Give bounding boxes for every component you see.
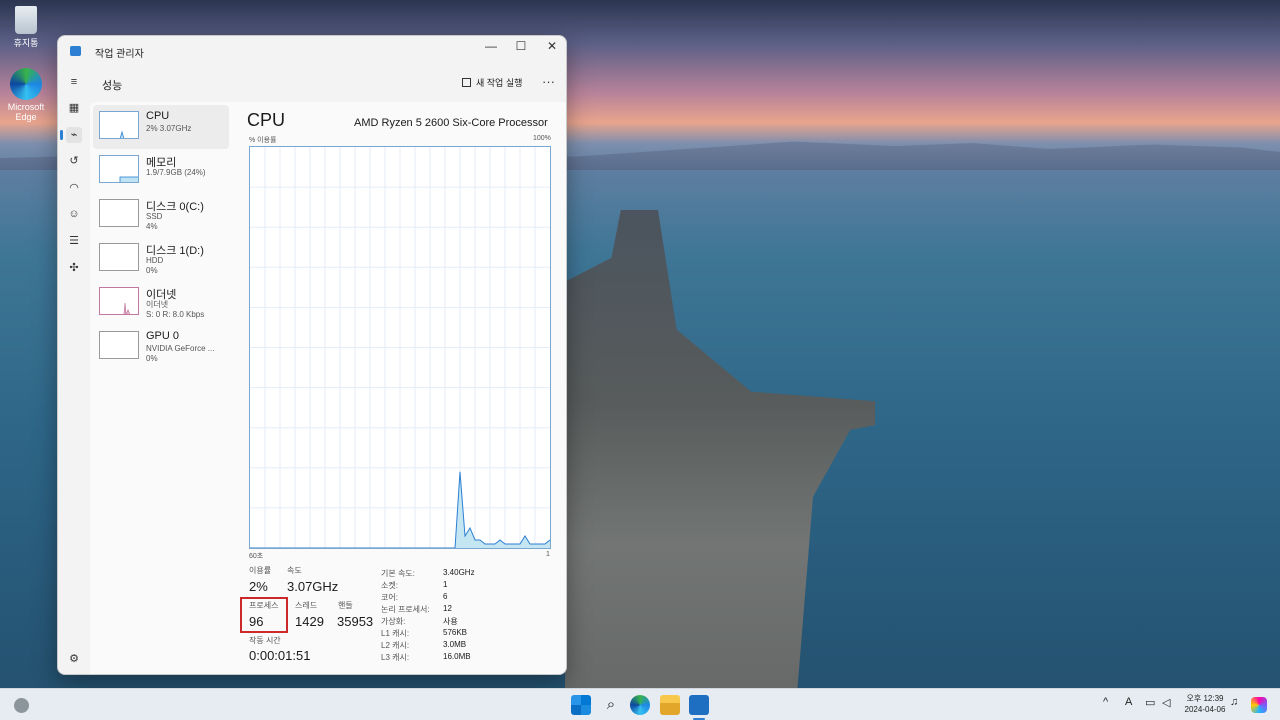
search-icon[interactable]: ⌕: [601, 695, 621, 715]
spec-row: L1 캐시: 576KB: [381, 628, 468, 638]
nav-rail: ≡ ▦ ⌁ ↺ ◠ ☺ ☰ ✣ ⚙: [58, 66, 90, 674]
threads-label: 스레드: [295, 601, 318, 610]
perf-item-sub: 이더넷 S: 0 R: 8.0 Kbps: [146, 300, 205, 319]
speed-label: 속도: [287, 566, 302, 575]
recycle-bin-shortcut[interactable]: 휴지통: [2, 6, 50, 49]
perf-item-ethernet[interactable]: 이더넷 이더넷 S: 0 R: 8.0 Kbps: [93, 281, 229, 325]
edge-taskbar-icon[interactable]: [630, 695, 650, 715]
graph-axis-max: 100%: [533, 135, 551, 142]
app-history-icon[interactable]: ↺: [66, 153, 82, 169]
services-icon[interactable]: ✣: [66, 260, 82, 276]
perf-item-sub: 1.9/7.9GB (24%): [146, 168, 206, 177]
cpu-usage-graph: [249, 146, 551, 549]
processes-value: 96: [249, 614, 264, 629]
run-new-task-button[interactable]: 새 작업 실행: [462, 76, 522, 89]
task-manager-window: 작업 관리자 — ☐ ✕ ≡ ▦ ⌁ ↺ ◠ ☺ ☰ ✣ ⚙ 성능 새 작업 실…: [57, 35, 567, 675]
spec-row: L2 캐시: 3.0MB: [381, 640, 467, 650]
perf-item-disk-0[interactable]: 디스크 0(C:) SSD 4%: [93, 193, 229, 237]
perf-item-gpu-0[interactable]: GPU 0 NVIDIA GeForce ... 0%: [93, 325, 229, 369]
handles-label: 핸들: [338, 601, 353, 610]
page-title: 성능: [102, 80, 123, 92]
speed-value: 3.07GHz: [287, 579, 339, 594]
graph-axis-label: % 이용률: [249, 137, 277, 144]
spec-row: 기본 속도: 3.40GHz: [381, 568, 475, 578]
cpu-mini-graph: [99, 111, 139, 139]
uptime-label: 작동 시간: [249, 636, 281, 645]
cpu-spec-table: 기본 속도: 3.40GHz 소켓: 1 코어: 6 논리 프로세서: 12 가상화: 사…: [381, 568, 491, 664]
startup-icon[interactable]: ◠: [66, 180, 82, 196]
threads-value: 1429: [295, 614, 324, 629]
performance-resource-list: CPU 2% 3.07GHz 메모리 1.9/7.9GB (24%) 디스크 0…: [93, 105, 229, 369]
file-explorer-icon[interactable]: [660, 695, 680, 715]
performance-icon[interactable]: ⌁: [60, 127, 82, 143]
perf-item-sub: NVIDIA GeForce ... 0%: [146, 344, 215, 363]
clock[interactable]: 오후 12:39 2024-04-06: [1180, 693, 1230, 715]
graph-axis-min: 1: [546, 551, 550, 558]
spec-row: 코어: 6: [381, 592, 448, 602]
utilization-label: 이용률: [249, 566, 272, 575]
perf-item-sub: 2% 3.07GHz: [146, 124, 192, 133]
gpu-mini-graph: [99, 331, 139, 359]
disk0-mini-graph: [99, 199, 139, 227]
users-icon[interactable]: ☺: [66, 206, 82, 222]
graph-axis-time: 60초: [249, 553, 264, 560]
widgets-icon[interactable]: [14, 698, 29, 713]
spec-row: 가상화: 사용: [381, 617, 458, 626]
perf-item-sub: SSD 4%: [146, 212, 163, 231]
minimize-button[interactable]: —: [476, 36, 506, 66]
perf-item-name: GPU 0: [146, 330, 180, 342]
maximize-button[interactable]: ☐: [506, 36, 536, 66]
processes-label: 프로세스: [249, 601, 279, 610]
cpu-heading: CPU: [247, 110, 286, 130]
perf-item-sub: HDD 0%: [146, 256, 164, 275]
recycle-bin-label: 휴지통: [13, 38, 39, 48]
ethernet-mini-graph: [99, 287, 139, 315]
performance-content: CPU 2% 3.07GHz 메모리 1.9/7.9GB (24%) 디스크 0…: [90, 102, 566, 674]
processes-icon[interactable]: ▦: [66, 100, 82, 116]
uptime-value: 0:00:01:51: [249, 648, 311, 663]
run-new-task-label: 새 작업 실행: [476, 78, 523, 88]
edge-label: Microsoft Edge: [7, 102, 45, 122]
menu-icon[interactable]: ≡: [66, 74, 82, 90]
details-icon[interactable]: ☰: [66, 233, 82, 249]
page-header: 성능 새 작업 실행 ···: [90, 66, 566, 102]
copilot-icon[interactable]: [1251, 697, 1267, 713]
tray-chevron-icon[interactable]: ^: [1103, 696, 1108, 708]
settings-icon[interactable]: ⚙: [66, 651, 82, 667]
task-manager-taskbar-icon[interactable]: [689, 695, 709, 720]
perf-item-memory[interactable]: 메모리 1.9/7.9GB (24%): [93, 149, 229, 193]
task-manager-app-icon: [70, 46, 81, 56]
perf-item-name: CPU: [146, 110, 170, 122]
desktop-background-pier: [565, 210, 875, 688]
start-icon[interactable]: [571, 695, 591, 715]
memory-mini-graph: [99, 155, 139, 183]
network-icon[interactable]: ▭: [1145, 696, 1155, 709]
perf-item-disk-1[interactable]: 디스크 1(D:) HDD 0%: [93, 237, 229, 281]
spec-row: L3 캐시: 16.0MB: [381, 652, 471, 662]
run-task-icon: [462, 78, 471, 87]
notification-icon[interactable]: ♫: [1230, 696, 1238, 708]
handles-value: 35953: [337, 614, 374, 629]
more-options-button[interactable]: ···: [542, 74, 555, 89]
spec-row: 소켓: 1: [381, 580, 448, 590]
edge-icon: [10, 68, 42, 100]
title-bar[interactable]: 작업 관리자 — ☐ ✕: [58, 36, 566, 66]
perf-item-cpu[interactable]: CPU 2% 3.07GHz: [93, 105, 229, 149]
edge-shortcut[interactable]: Microsoft Edge: [2, 68, 50, 122]
close-button[interactable]: ✕: [537, 36, 566, 66]
window-title: 작업 관리자: [95, 49, 144, 60]
recycle-bin-icon: [15, 6, 37, 34]
ime-indicator[interactable]: A: [1125, 696, 1132, 708]
clock-time: 오후 12:39: [1186, 694, 1224, 703]
utilization-value: 2%: [249, 579, 268, 594]
taskbar: ⌕ ^ A ▭ ◁ 오후 12:39 2024-04-06 ♫: [0, 688, 1280, 720]
spec-row: 논리 프로세서: 12: [381, 604, 452, 614]
disk1-mini-graph: [99, 243, 139, 271]
clock-date: 2024-04-06: [1184, 705, 1226, 714]
volume-icon[interactable]: ◁: [1162, 696, 1170, 709]
cpu-usage-graph-svg: [250, 147, 551, 549]
cpu-model-name: AMD Ryzen 5 2600 Six-Core Processor: [354, 117, 548, 129]
